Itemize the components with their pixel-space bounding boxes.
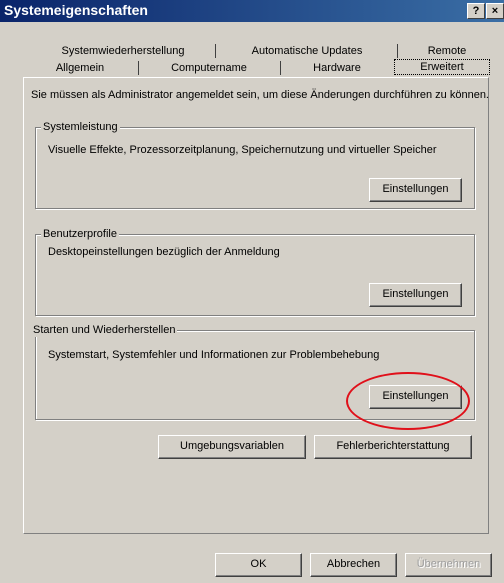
- tab-remote[interactable]: Remote: [399, 43, 495, 59]
- highlight-circle: [346, 372, 470, 430]
- apply-label: Übernehmen: [416, 558, 481, 570]
- ok-label: OK: [250, 558, 267, 570]
- environment-variables-button[interactable]: Umgebungsvariablen: [158, 435, 306, 459]
- error-reporting-label: Fehlerberichterstattung: [336, 440, 450, 452]
- apply-button[interactable]: Übernehmen: [405, 553, 492, 577]
- error-reporting-button[interactable]: Fehlerberichterstattung: [314, 435, 472, 459]
- title-bar[interactable]: Systemeigenschaften ? ×: [0, 0, 504, 22]
- benutzerprofile-description: Desktopeinstellungen bezüglich der Anmel…: [48, 246, 280, 258]
- benutzerprofile-settings-label: Einstellungen: [382, 288, 449, 300]
- tab-computername[interactable]: Computername: [140, 60, 278, 76]
- tab-hardware[interactable]: Hardware: [282, 60, 392, 76]
- group-title-systemleistung: Systemleistung: [41, 121, 120, 134]
- ok-button[interactable]: OK: [215, 553, 302, 577]
- starten-description: Systemstart, Systemfehler und Informatio…: [48, 349, 380, 361]
- benutzerprofile-settings-button[interactable]: Einstellungen: [369, 283, 462, 307]
- help-button[interactable]: ?: [467, 3, 485, 19]
- close-button[interactable]: ×: [486, 3, 504, 19]
- group-title-starten-und-wiederherstellen: Starten und Wiederherstellen: [31, 324, 178, 337]
- tab-automatische-updates[interactable]: Automatische Updates: [217, 43, 397, 59]
- cancel-label: Abbrechen: [326, 558, 381, 570]
- systemleistung-settings-label: Einstellungen: [382, 183, 449, 195]
- tab-separator: [138, 61, 139, 75]
- systemleistung-description: Visuelle Effekte, Prozessorzeitplanung, …: [48, 144, 437, 156]
- cancel-button[interactable]: Abbrechen: [310, 553, 397, 577]
- group-title-benutzerprofile: Benutzerprofile: [41, 228, 119, 241]
- window-title: Systemeigenschaften: [4, 2, 148, 18]
- tab-erweitert[interactable]: Erweitert: [394, 59, 490, 75]
- tab-systemwiederherstellung[interactable]: Systemwiederherstellung: [33, 43, 213, 59]
- environment-variables-label: Umgebungsvariablen: [180, 440, 284, 452]
- system-properties-dialog: Systemeigenschaften ? × Systemwiederhers…: [0, 0, 504, 583]
- tab-separator: [215, 44, 216, 58]
- admin-notice: Sie müssen als Administrator angemeldet …: [31, 89, 489, 101]
- tab-allgemein[interactable]: Allgemein: [22, 60, 138, 76]
- systemleistung-settings-button[interactable]: Einstellungen: [369, 178, 462, 202]
- tab-separator: [397, 44, 398, 58]
- tab-separator: [280, 61, 281, 75]
